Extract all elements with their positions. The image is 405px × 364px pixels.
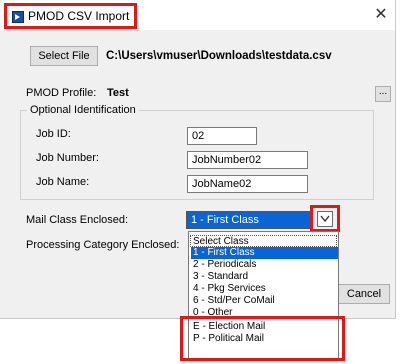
app-icon (12, 11, 24, 23)
cancel-button[interactable]: Cancel (338, 284, 390, 304)
profile-value: Test (107, 87, 129, 99)
mail-class-dropdown-list: Select Class 1 - First Class 2 - Periodi… (188, 231, 339, 359)
option-select-class[interactable]: Select Class (190, 235, 337, 247)
option-standard[interactable]: 3 - Standard (191, 271, 338, 283)
title-bar: PMOD CSV Import ✕ (0, 0, 395, 30)
job-id-label: Job ID: (36, 128, 71, 140)
chevron-down-icon (320, 215, 330, 223)
job-number-input[interactable]: JobNumber02 (187, 151, 308, 169)
file-path: C:\Users\vmuser\Downloads\testdata.csv (106, 50, 332, 62)
option-election-mail[interactable]: E - Election Mail (191, 321, 338, 333)
option-periodicals[interactable]: 2 - Periodicals (191, 259, 338, 271)
job-id-input[interactable]: 02 (187, 127, 257, 145)
option-first-class[interactable]: 1 - First Class (191, 247, 338, 259)
job-name-input[interactable]: JobName02 (187, 175, 308, 193)
profile-browse-button[interactable]: ... (375, 86, 391, 102)
job-number-label: Job Number: (36, 152, 99, 164)
mail-class-dropdown-button[interactable] (317, 211, 333, 227)
select-file-button[interactable]: Select File (30, 46, 98, 66)
group-legend: Optional Identification (27, 104, 139, 116)
option-std-per-comail[interactable]: 6 - Std/Per CoMail (191, 295, 338, 307)
profile-label: PMOD Profile: (26, 87, 97, 99)
close-button[interactable]: ✕ (371, 5, 391, 25)
window-title: PMOD CSV Import (28, 9, 130, 23)
option-pkg-services[interactable]: 4 - Pkg Services (191, 283, 338, 295)
option-other[interactable]: 0 - Other (191, 307, 338, 319)
mail-class-label: Mail Class Enclosed: (26, 214, 129, 226)
option-political-mail[interactable]: P - Political Mail (191, 333, 338, 345)
job-name-label: Job Name: (36, 176, 90, 188)
mail-class-select[interactable]: 1 - First Class (186, 211, 312, 229)
processing-category-label: Processing Category Enclosed: (26, 239, 180, 251)
